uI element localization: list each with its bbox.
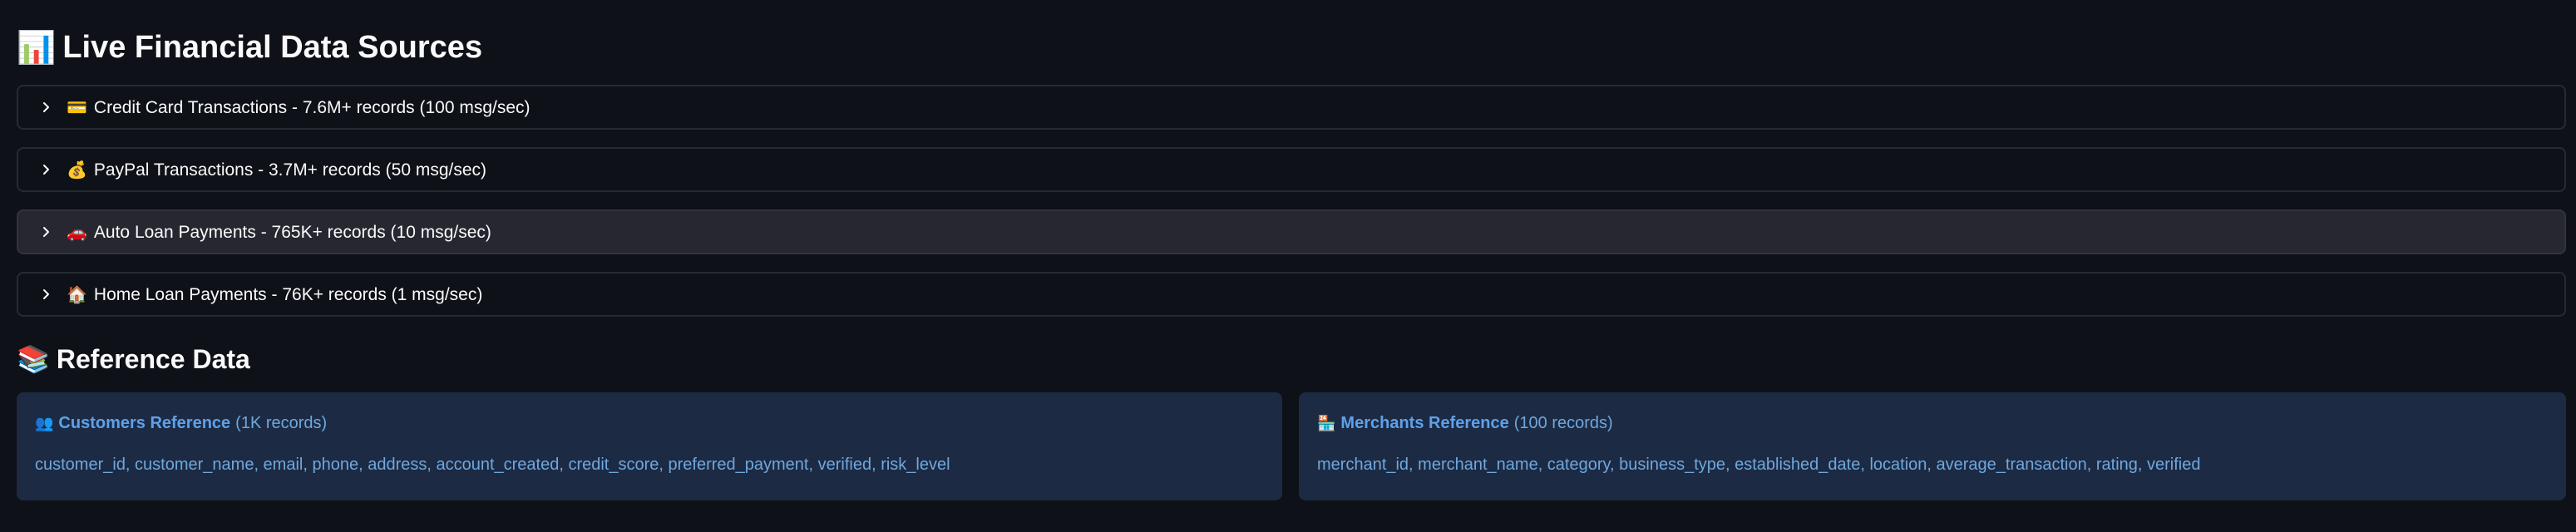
expander-auto-loan[interactable]: 🚗 Auto Loan Payments - 765K+ records (10 … [17,209,2566,254]
expander-paypal[interactable]: 💰 PayPal Transactions - 3.7M+ records (50… [17,147,2566,192]
store-icon: 🏪 [1317,414,1336,432]
people-icon: 👥 [35,414,54,432]
record-count: (1K records) [235,413,328,432]
field-list: merchant_id, merchant_name, category, bu… [1317,456,2201,474]
expander-text: Auto Loan Payments - 765K+ records (10 m… [93,222,491,242]
expander-text: Home Loan Payments - 76K+ records (1 msg… [93,284,483,304]
field-list: customer_id, customer_name, email, phone… [35,456,950,474]
books-icon: 📚 [17,343,50,375]
merchants-reference-card: 🏪 Merchants Reference (100 records) merc… [1299,392,2566,500]
expander-label: 🏠 Home Loan Payments - 76K+ records (1 ms… [67,284,482,305]
chevron-right-icon[interactable] [30,164,63,175]
page: 📊 Live Financial Data Sources 💳 Credit Ca… [0,0,2576,532]
expander-credit-card[interactable]: 💳 Credit Card Transactions - 7.6M+ record… [17,85,2566,130]
reference-data-heading: 📚 Reference Data [17,341,250,377]
customers-reference-card: 👥 Customers Reference (1K records) custo… [17,392,1282,500]
credit-card-icon: 💳 [67,96,87,117]
record-count: (100 records) [1513,413,1613,432]
house-icon: 🏠 [67,283,87,304]
money-bag-icon: 💰 [67,159,87,180]
reference-data-title: Reference Data [56,343,250,374]
chevron-right-icon[interactable] [30,101,63,113]
car-icon: 🚗 [67,221,87,242]
live-sources-heading: 📊 Live Financial Data Sources [17,27,482,68]
card-title: Customers Reference [58,413,231,432]
expander-home-loan[interactable]: 🏠 Home Loan Payments - 76K+ records (1 ms… [17,272,2566,317]
live-sources-title: Live Financial Data Sources [62,29,483,65]
chevron-right-icon[interactable] [30,226,63,238]
chevron-right-icon[interactable] [30,288,63,300]
card-header: 🏪 Merchants Reference (100 records) [1317,411,2548,436]
expander-label: 💳 Credit Card Transactions - 7.6M+ record… [67,97,530,118]
bar-chart-icon: 📊 [17,28,57,66]
card-header: 👥 Customers Reference (1K records) [35,411,1264,436]
expander-text: PayPal Transactions - 3.7M+ records (50 … [93,160,487,180]
expander-text: Credit Card Transactions - 7.6M+ records… [93,97,530,117]
card-title: Merchants Reference [1340,413,1509,432]
expander-label: 💰 PayPal Transactions - 3.7M+ records (50… [67,160,486,180]
expander-label: 🚗 Auto Loan Payments - 765K+ records (10 … [67,222,491,243]
